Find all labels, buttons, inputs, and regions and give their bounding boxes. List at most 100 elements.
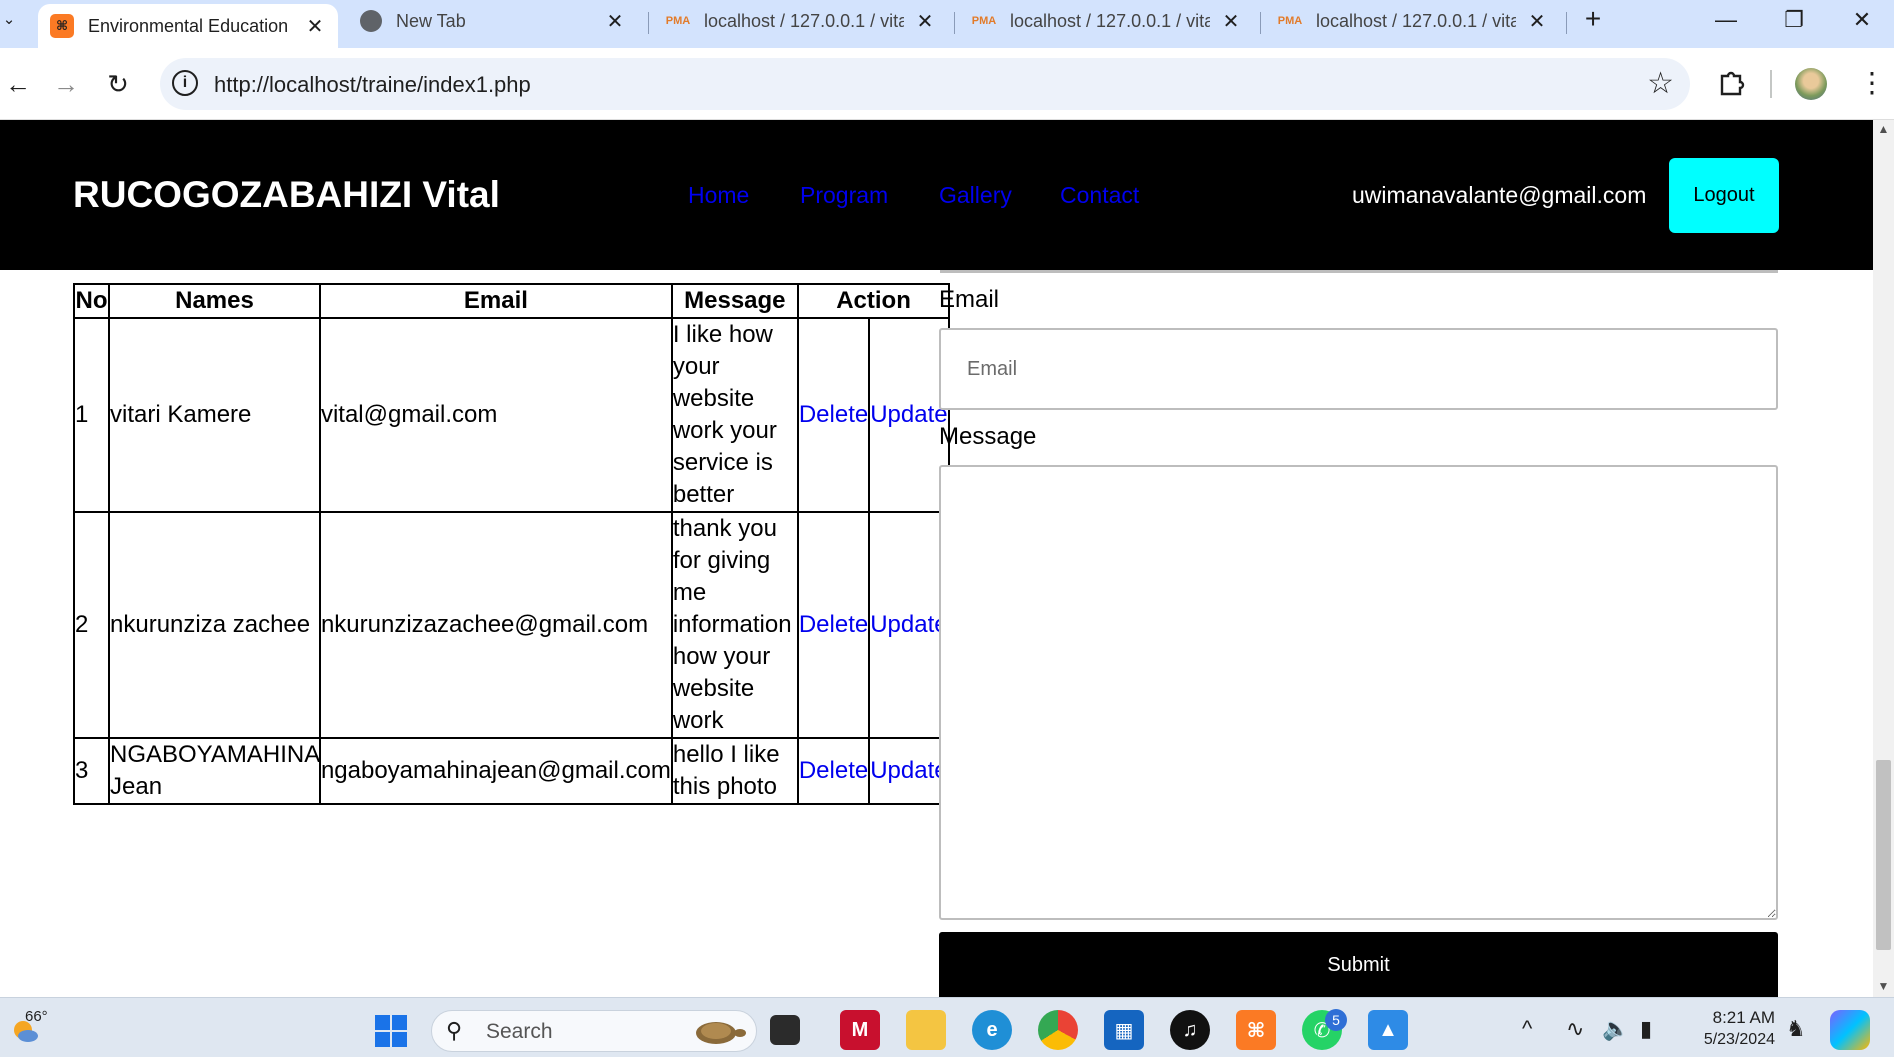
cell-delete: Delete	[796, 317, 871, 513]
page-viewport: RUCOGOZABAHIZI Vital Home Program Galler…	[0, 120, 1873, 997]
tab-title: localhost / 127.0.0.1 / vita	[1316, 10, 1516, 31]
edge-browser-icon[interactable]: e	[972, 1010, 1012, 1050]
taskbar-search-placeholder: Search	[486, 1020, 553, 1043]
restore-icon[interactable]: ❐	[1764, 2, 1824, 38]
table-row: 3 NGABOYAMAHINA Jean ngaboyamahinajean@g…	[73, 737, 951, 805]
windows-start-icon[interactable]	[374, 1014, 408, 1048]
update-link[interactable]: Update	[870, 757, 947, 784]
tab-separator	[648, 12, 649, 34]
column-header-no: No	[73, 283, 110, 319]
tab-phpmyadmin-1[interactable]: PMA localhost / 127.0.0.1 / vita ✕	[654, 0, 948, 42]
table-row: 2 nkurunziza zachee nkurunzizazachee@gma…	[73, 511, 951, 739]
logged-in-user-email: uwimanavalante@gmail.com	[1352, 182, 1647, 208]
tab-separator	[954, 12, 955, 34]
tab-new-tab[interactable]: New Tab ✕	[348, 0, 638, 42]
clock-date[interactable]: 5/23/2024	[1688, 1031, 1775, 1049]
file-explorer-icon[interactable]	[906, 1010, 946, 1050]
tab-phpmyadmin-2[interactable]: PMA localhost / 127.0.0.1 / vita ✕	[960, 0, 1254, 42]
reload-icon[interactable]: ↻	[100, 66, 136, 102]
cell-message: I like how your website work your servic…	[670, 317, 799, 513]
cell-name: vitari Kamere	[108, 317, 321, 513]
task-view-icon[interactable]	[770, 1015, 800, 1045]
site-brand: RUCOGOZABAHIZI Vital	[73, 174, 500, 215]
address-url[interactable]: http://localhost/traine/index1.php	[214, 72, 531, 98]
column-header-message: Message	[670, 283, 799, 319]
cell-message: thank you for giving me information how …	[670, 511, 799, 739]
update-link[interactable]: Update	[870, 611, 947, 638]
close-tab-icon[interactable]: ✕	[604, 9, 626, 34]
tab-phpmyadmin-3[interactable]: PMA localhost / 127.0.0.1 / vita ✕	[1266, 0, 1560, 42]
tab-strip: ⌄ ⌘ Environmental Education ✕ New Tab ✕ …	[0, 0, 1894, 48]
cell-update: Update	[868, 511, 951, 739]
xampp-icon[interactable]: ⌘	[1236, 1010, 1276, 1050]
weather-temperature[interactable]: 66°	[25, 1008, 48, 1025]
form-divider	[940, 270, 1778, 273]
close-window-icon[interactable]: ✕	[1832, 2, 1892, 38]
tab-environmental-education[interactable]: ⌘ Environmental Education ✕	[38, 4, 338, 48]
cell-email: ngaboyamahinajean@gmail.com	[318, 737, 673, 805]
extensions-puzzle-icon[interactable]	[1718, 68, 1746, 98]
delete-link[interactable]: Delete	[799, 757, 868, 784]
tab-title: New Tab	[396, 10, 466, 31]
nav-program-link[interactable]: Program	[800, 182, 888, 209]
back-arrow-icon[interactable]: ←	[0, 66, 36, 102]
scroll-up-arrow-icon[interactable]: ▲	[1873, 122, 1894, 136]
cell-message: hello I like this photo	[670, 737, 799, 805]
nav-home-link[interactable]: Home	[688, 182, 749, 209]
forward-arrow-icon[interactable]: →	[48, 66, 84, 102]
scroll-thumb[interactable]	[1876, 760, 1891, 950]
wifi-icon[interactable]: ∿	[1566, 1016, 1584, 1042]
taskbar-search-box[interactable]: ⚲ Search	[431, 1010, 757, 1052]
delete-link[interactable]: Delete	[799, 611, 868, 638]
message-label: Message	[939, 423, 1037, 450]
close-tab-icon[interactable]: ✕	[1220, 9, 1242, 34]
battery-icon[interactable]: ▮	[1640, 1016, 1652, 1042]
update-link[interactable]: Update	[870, 401, 947, 428]
clock-time[interactable]: 8:21 AM	[1705, 1008, 1775, 1028]
minimize-icon[interactable]: —	[1696, 2, 1756, 38]
cell-update: Update	[868, 737, 951, 805]
table-row: 1 vitari Kamere vital@gmail.com I like h…	[73, 317, 951, 513]
search-icon: ⚲	[446, 1018, 463, 1043]
browser-toolbar: ← → ↻ i http://localhost/traine/index1.p…	[0, 48, 1894, 120]
phpmyadmin-icon: PMA	[971, 15, 997, 27]
logout-button[interactable]: Logout	[1669, 158, 1779, 233]
message-textarea[interactable]	[939, 465, 1778, 920]
submit-button[interactable]: Submit	[939, 932, 1778, 997]
delete-link[interactable]: Delete	[799, 401, 868, 428]
cell-no: 1	[73, 317, 110, 513]
scroll-down-arrow-icon[interactable]: ▼	[1873, 979, 1894, 993]
cell-no: 3	[73, 737, 110, 805]
page-scrollbar[interactable]: ▲ ▼	[1873, 120, 1894, 997]
close-tab-icon[interactable]: ✕	[304, 14, 326, 39]
nav-gallery-link[interactable]: Gallery	[939, 182, 1012, 209]
bookmark-star-icon[interactable]: ☆	[1647, 66, 1674, 101]
new-tab-plus-icon[interactable]: +	[1578, 4, 1608, 34]
phpmyadmin-icon: PMA	[1277, 15, 1303, 27]
cell-name: NGABOYAMAHINA Jean	[108, 737, 321, 805]
show-hidden-icons-chevron-icon[interactable]: ^	[1522, 1016, 1532, 1042]
nav-contact-link[interactable]: Contact	[1060, 182, 1139, 209]
email-field[interactable]	[939, 328, 1778, 410]
tab-search-chevron-icon[interactable]: ⌄	[0, 10, 18, 30]
chrome-browser-icon[interactable]	[1038, 1010, 1078, 1050]
copilot-icon[interactable]	[1830, 1010, 1870, 1050]
microsoft-store-icon[interactable]: ▦	[1104, 1010, 1144, 1050]
profile-avatar[interactable]	[1795, 68, 1827, 100]
table-header-row: No Names Email Message Action	[73, 283, 951, 319]
cell-no: 2	[73, 511, 110, 739]
address-bar[interactable]: i http://localhost/traine/index1.php ☆	[160, 58, 1690, 110]
column-header-email: Email	[318, 283, 673, 319]
cell-email: vital@gmail.com	[318, 317, 673, 513]
volume-icon[interactable]: 🔈	[1602, 1016, 1629, 1042]
cell-delete: Delete	[796, 737, 871, 805]
mcafee-icon[interactable]: M	[840, 1010, 880, 1050]
site-info-icon[interactable]: i	[172, 70, 198, 96]
notification-bell-icon[interactable]: ♞	[1786, 1016, 1806, 1042]
email-label: Email	[939, 286, 1000, 313]
photos-app-icon[interactable]: ▲	[1368, 1010, 1408, 1050]
browser-menu-icon[interactable]: ⋮	[1858, 66, 1886, 99]
tiktok-icon[interactable]: ♫	[1170, 1010, 1210, 1050]
close-tab-icon[interactable]: ✕	[1526, 9, 1548, 34]
close-tab-icon[interactable]: ✕	[914, 9, 936, 34]
